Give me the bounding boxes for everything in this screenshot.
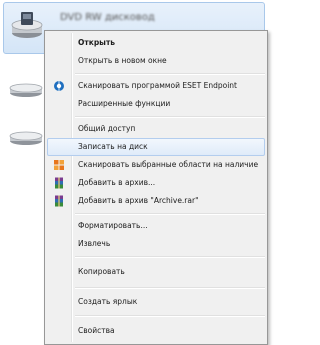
menu-separator <box>75 213 265 215</box>
menu-separator <box>75 315 265 317</box>
menu-item-scan-areas[interactable]: Сканировать выбранные области на наличие <box>47 156 265 174</box>
menu-item-label: Форматировать... <box>78 221 148 230</box>
menu-separator <box>75 116 265 118</box>
drive-icon[interactable] <box>8 130 44 146</box>
menu-item-label: Извлечь <box>78 239 111 248</box>
menu-item-add-to-archive[interactable]: Добавить в архив... <box>47 174 265 192</box>
menu-separator <box>75 73 265 75</box>
menu-item-label: Сканировать программой ESET Endpoint <box>78 81 237 90</box>
menu-item-label: Общий доступ <box>78 124 136 133</box>
menu-item-label: Добавить в архив... <box>78 178 156 187</box>
menu-item-open-new-window[interactable]: Открыть в новом окне <box>47 52 265 70</box>
winrar-icon <box>53 195 65 207</box>
menu-item-label: Сканировать выбранные области на наличие <box>78 160 259 169</box>
menu-item-copy[interactable]: Копировать <box>47 263 265 281</box>
drive-icon[interactable] <box>8 82 44 98</box>
menu-item-label: Открыть в новом окне <box>78 56 167 65</box>
menu-item-label: Создать ярлык <box>78 297 138 306</box>
menu-item-create-shortcut[interactable]: Создать ярлык <box>47 293 265 311</box>
context-menu: Открыть Открыть в новом окне Сканировать… <box>44 30 268 345</box>
menu-separator <box>75 287 265 289</box>
menu-item-label: Записать на диск <box>78 142 148 151</box>
menu-item-label: Копировать <box>78 267 125 276</box>
menu-item-add-to-archive-rar[interactable]: Добавить в архив "Archive.rar" <box>47 192 265 210</box>
menu-item-eset-scan[interactable]: Сканировать программой ESET Endpoint <box>47 77 265 95</box>
dvd-drive-icon <box>10 11 44 41</box>
menu-item-label: Открыть <box>78 38 116 47</box>
menu-item-format[interactable]: Форматировать... <box>47 217 265 235</box>
menu-item-label: Свойства <box>78 326 115 335</box>
menu-item-open[interactable]: Открыть <box>47 34 265 52</box>
menu-item-advanced-features[interactable]: Расширенные функции <box>47 95 265 113</box>
menu-item-label: Добавить в архив "Archive.rar" <box>78 196 199 205</box>
drive-label: DVD RW дисковод <box>60 12 155 23</box>
eset-icon <box>53 80 65 92</box>
scanner-icon <box>53 159 65 171</box>
menu-item-label: Расширенные функции <box>78 99 171 108</box>
menu-separator <box>75 256 265 258</box>
menu-item-eject[interactable]: Извлечь <box>47 235 265 253</box>
menu-item-burn-to-disc[interactable]: Записать на диск <box>47 138 265 156</box>
menu-item-sharing[interactable]: Общий доступ <box>47 120 265 138</box>
menu-item-properties[interactable]: Свойства <box>47 322 265 340</box>
winrar-icon <box>53 177 65 189</box>
